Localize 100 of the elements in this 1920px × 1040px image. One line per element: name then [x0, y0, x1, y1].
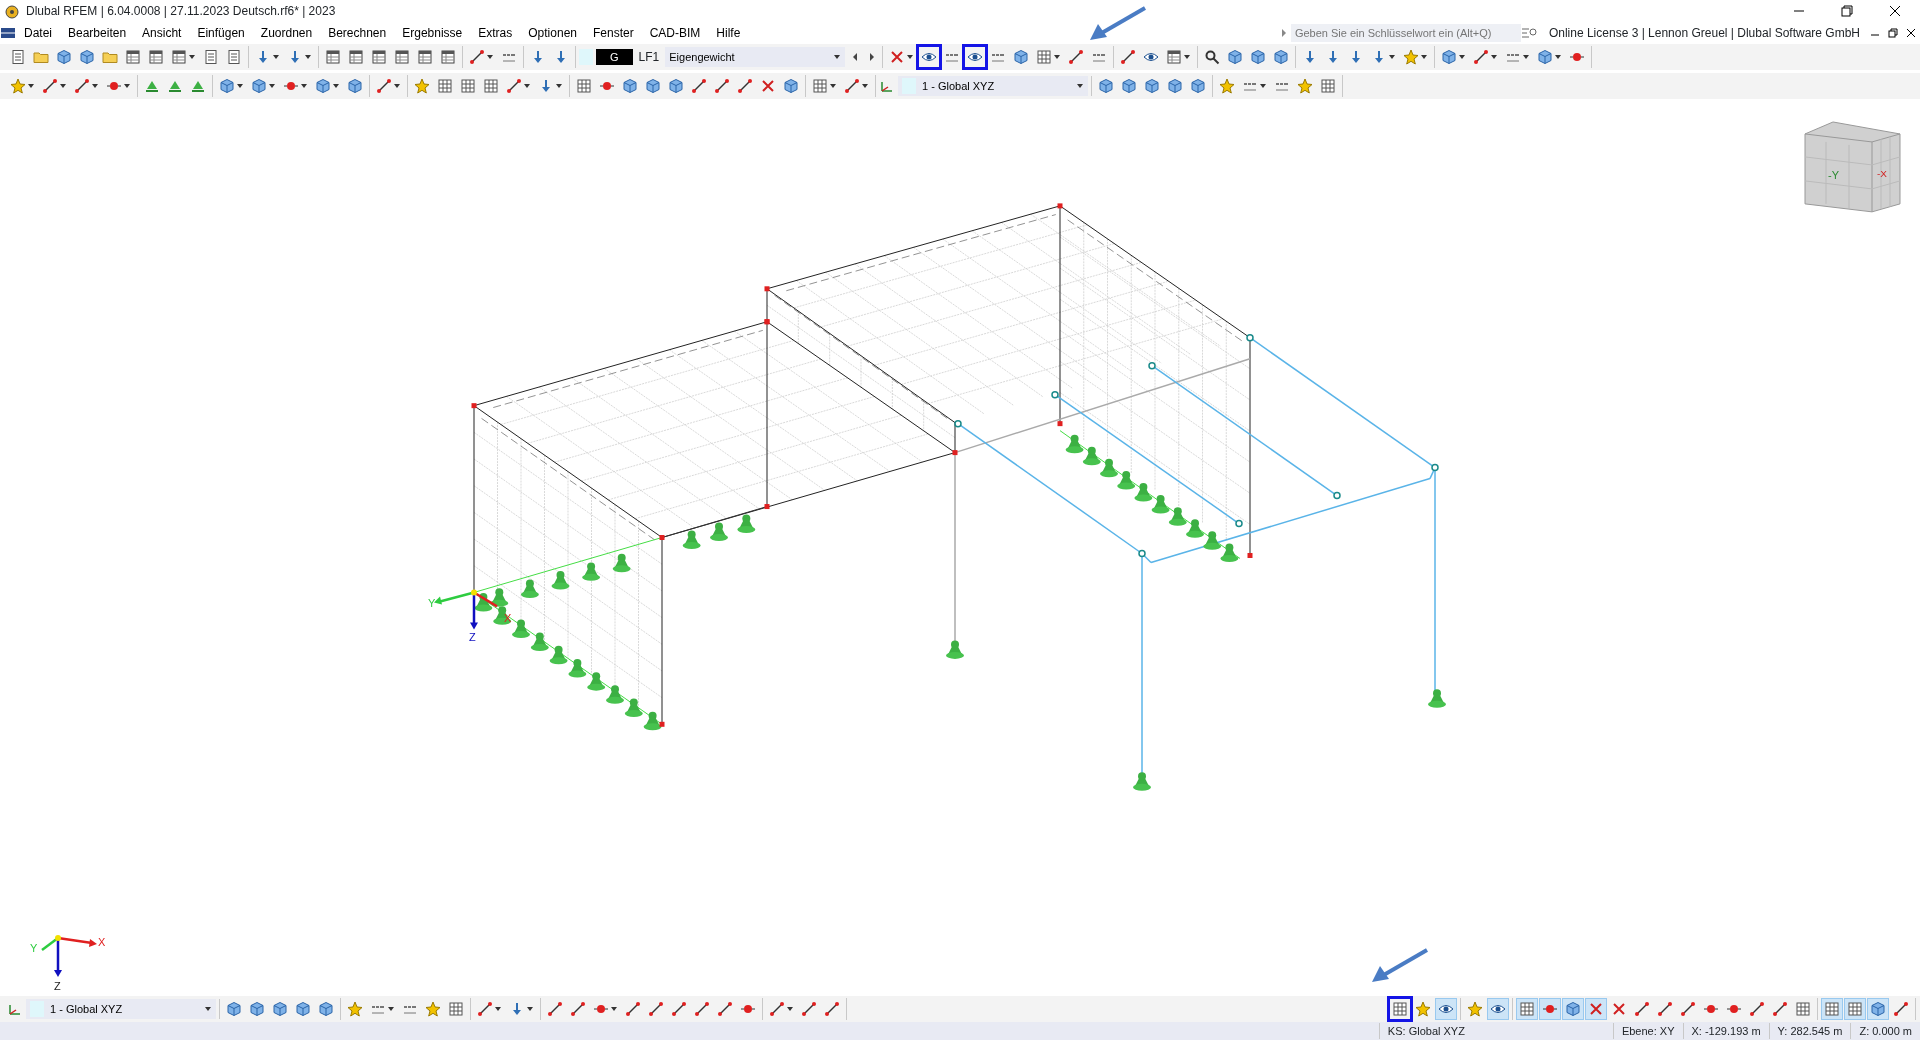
grid-icon [483, 78, 499, 94]
cube-icon [1441, 49, 1458, 65]
grid-icon [1519, 1001, 1535, 1017]
caret-icon [332, 82, 340, 90]
menu-item[interactable]: Datei [16, 24, 60, 42]
caret-icon [1053, 53, 1062, 61]
line-icon [801, 1001, 817, 1017]
cube-icon [219, 78, 235, 94]
toolbar-button[interactable] [964, 46, 987, 68]
cube-icon [622, 78, 638, 94]
menu-item[interactable]: Fenster [585, 24, 642, 42]
right-arrow-icon [868, 52, 877, 62]
cube-icon [1144, 78, 1160, 94]
cube-icon [318, 1001, 334, 1017]
line-icon [570, 1001, 586, 1017]
cube-icon [1013, 49, 1030, 65]
line-icon [769, 1001, 785, 1017]
caret-icon [829, 82, 837, 90]
cube-icon [1098, 78, 1114, 94]
load-case-select[interactable]: Eigengewicht [665, 47, 846, 67]
grid-icon [1847, 1001, 1863, 1017]
line-icon [824, 1001, 840, 1017]
line-icon [1657, 1001, 1673, 1017]
grid-icon [1795, 1001, 1811, 1017]
caret-icon [1522, 53, 1531, 61]
line-icon [737, 78, 753, 94]
caret-icon [1554, 53, 1563, 61]
cube-icon [272, 1001, 288, 1017]
menu-item[interactable]: Berechnen [320, 24, 395, 42]
restore-icon[interactable] [1887, 27, 1899, 39]
cube-icon [1167, 78, 1183, 94]
line-icon [714, 78, 730, 94]
annotation-arrow [1372, 948, 1428, 982]
caret-icon [555, 82, 563, 90]
cube-icon [1273, 49, 1290, 65]
cube-icon [347, 78, 363, 94]
close-icon[interactable] [1887, 3, 1903, 19]
caret-icon [272, 53, 280, 61]
table-icon [348, 49, 364, 65]
status-text: Ebene: XY [1612, 1022, 1683, 1040]
table-icon [440, 49, 456, 65]
axis-label: Z [54, 980, 61, 992]
caret-icon [1420, 53, 1429, 61]
document-icon [226, 49, 242, 65]
line-icon [1120, 49, 1137, 65]
toolbar-button[interactable] [1389, 998, 1411, 1020]
table-icon [148, 49, 164, 65]
star-icon [1219, 78, 1235, 94]
axis-label: Y [30, 942, 38, 955]
caret-icon [59, 82, 67, 90]
line-icon [376, 78, 392, 94]
cross-icon [889, 49, 906, 65]
cube-icon [668, 78, 684, 94]
star-icon [1467, 1001, 1483, 1017]
cube-icon [295, 1001, 311, 1017]
close-icon[interactable] [1905, 27, 1917, 39]
search-list-icon[interactable] [1520, 25, 1537, 41]
line-icon [844, 78, 860, 94]
folder-icon [33, 49, 49, 65]
menu-item[interactable]: Zuordnen [252, 24, 321, 42]
caret-icon [494, 1005, 502, 1013]
grid-icon [448, 1001, 464, 1017]
document-icon [203, 49, 219, 65]
toolbar-button[interactable] [1435, 998, 1457, 1020]
grid-icon [1036, 49, 1053, 65]
star-icon [1415, 1001, 1431, 1017]
menu-item[interactable]: Hilfe [708, 24, 749, 42]
star-icon [425, 1001, 441, 1017]
menu-item[interactable]: Einfügen [189, 24, 253, 42]
grid-icon [1392, 1001, 1408, 1017]
coordinate-system-select[interactable]: 1 - Global XYZ [26, 999, 216, 1019]
toolbar-button[interactable] [1487, 998, 1509, 1020]
caret-icon [300, 82, 308, 90]
line-icon [1893, 1001, 1909, 1017]
menu-item[interactable]: Ansicht [134, 24, 190, 42]
menu-item[interactable]: CAD-BIM [641, 24, 709, 42]
search-field[interactable]: Geben Sie ein Schlüsselwort ein (Alt+Q) [1290, 24, 1521, 42]
restore-icon[interactable] [1839, 3, 1855, 19]
caret-icon [236, 82, 244, 90]
cube-icon [1227, 49, 1244, 65]
caret-icon [1490, 53, 1499, 61]
axis-label: X [98, 936, 106, 949]
menu-item[interactable]: Optionen [520, 24, 585, 42]
caret-icon [91, 82, 99, 90]
coordinate-system-select[interactable]: 1 - Global XYZ [898, 76, 1088, 96]
menu-item[interactable]: Ergebnisse [394, 24, 471, 42]
toolbar-button[interactable] [918, 46, 941, 68]
coordinate-system-label: 1 - Global XYZ [922, 78, 995, 94]
caret-icon [387, 1005, 395, 1013]
line-icon [469, 49, 485, 65]
caret-icon [833, 53, 842, 61]
line-icon [1749, 1001, 1765, 1017]
coordinate-system-label: 1 - Global XYZ [50, 1001, 123, 1017]
star-icon [10, 78, 26, 94]
menu-item[interactable]: Bearbeiten [60, 24, 135, 42]
cube-icon [1565, 1001, 1581, 1017]
menu-item[interactable]: Extras [470, 24, 521, 42]
line-icon [694, 1001, 710, 1017]
cube-icon [315, 78, 331, 94]
cube-icon [783, 78, 799, 94]
